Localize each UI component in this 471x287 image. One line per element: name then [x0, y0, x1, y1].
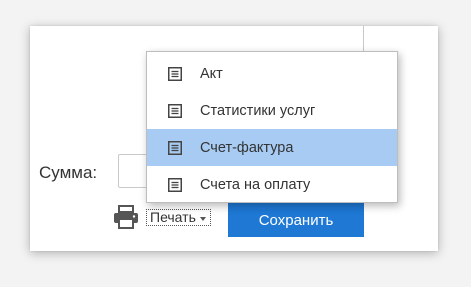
print-menu: Акт Статистики услуг Счет-фактура Счета … [146, 51, 398, 203]
print-label: Печать [150, 209, 196, 225]
document-icon [168, 140, 182, 155]
document-icon [168, 66, 182, 81]
document-icon [168, 177, 182, 192]
chevron-down-icon [199, 216, 206, 221]
menu-item-label: Счета на оплату [200, 176, 311, 193]
menu-item-payment-bills[interactable]: Счета на оплату [147, 166, 397, 203]
menu-item-label: Счет-фактура [200, 139, 294, 156]
print-dropdown-button[interactable]: Печать [146, 209, 211, 226]
printer-icon[interactable] [113, 205, 139, 229]
save-button[interactable]: Сохранить [228, 203, 364, 237]
menu-item-service-stats[interactable]: Статистики услуг [147, 92, 397, 129]
menu-item-label: Акт [200, 65, 223, 82]
document-icon [168, 103, 182, 118]
menu-item-akt[interactable]: Акт [147, 55, 397, 92]
menu-item-invoice[interactable]: Счет-фактура [147, 129, 397, 166]
menu-item-label: Статистики услуг [200, 102, 316, 119]
sum-label: Сумма: [39, 163, 98, 182]
